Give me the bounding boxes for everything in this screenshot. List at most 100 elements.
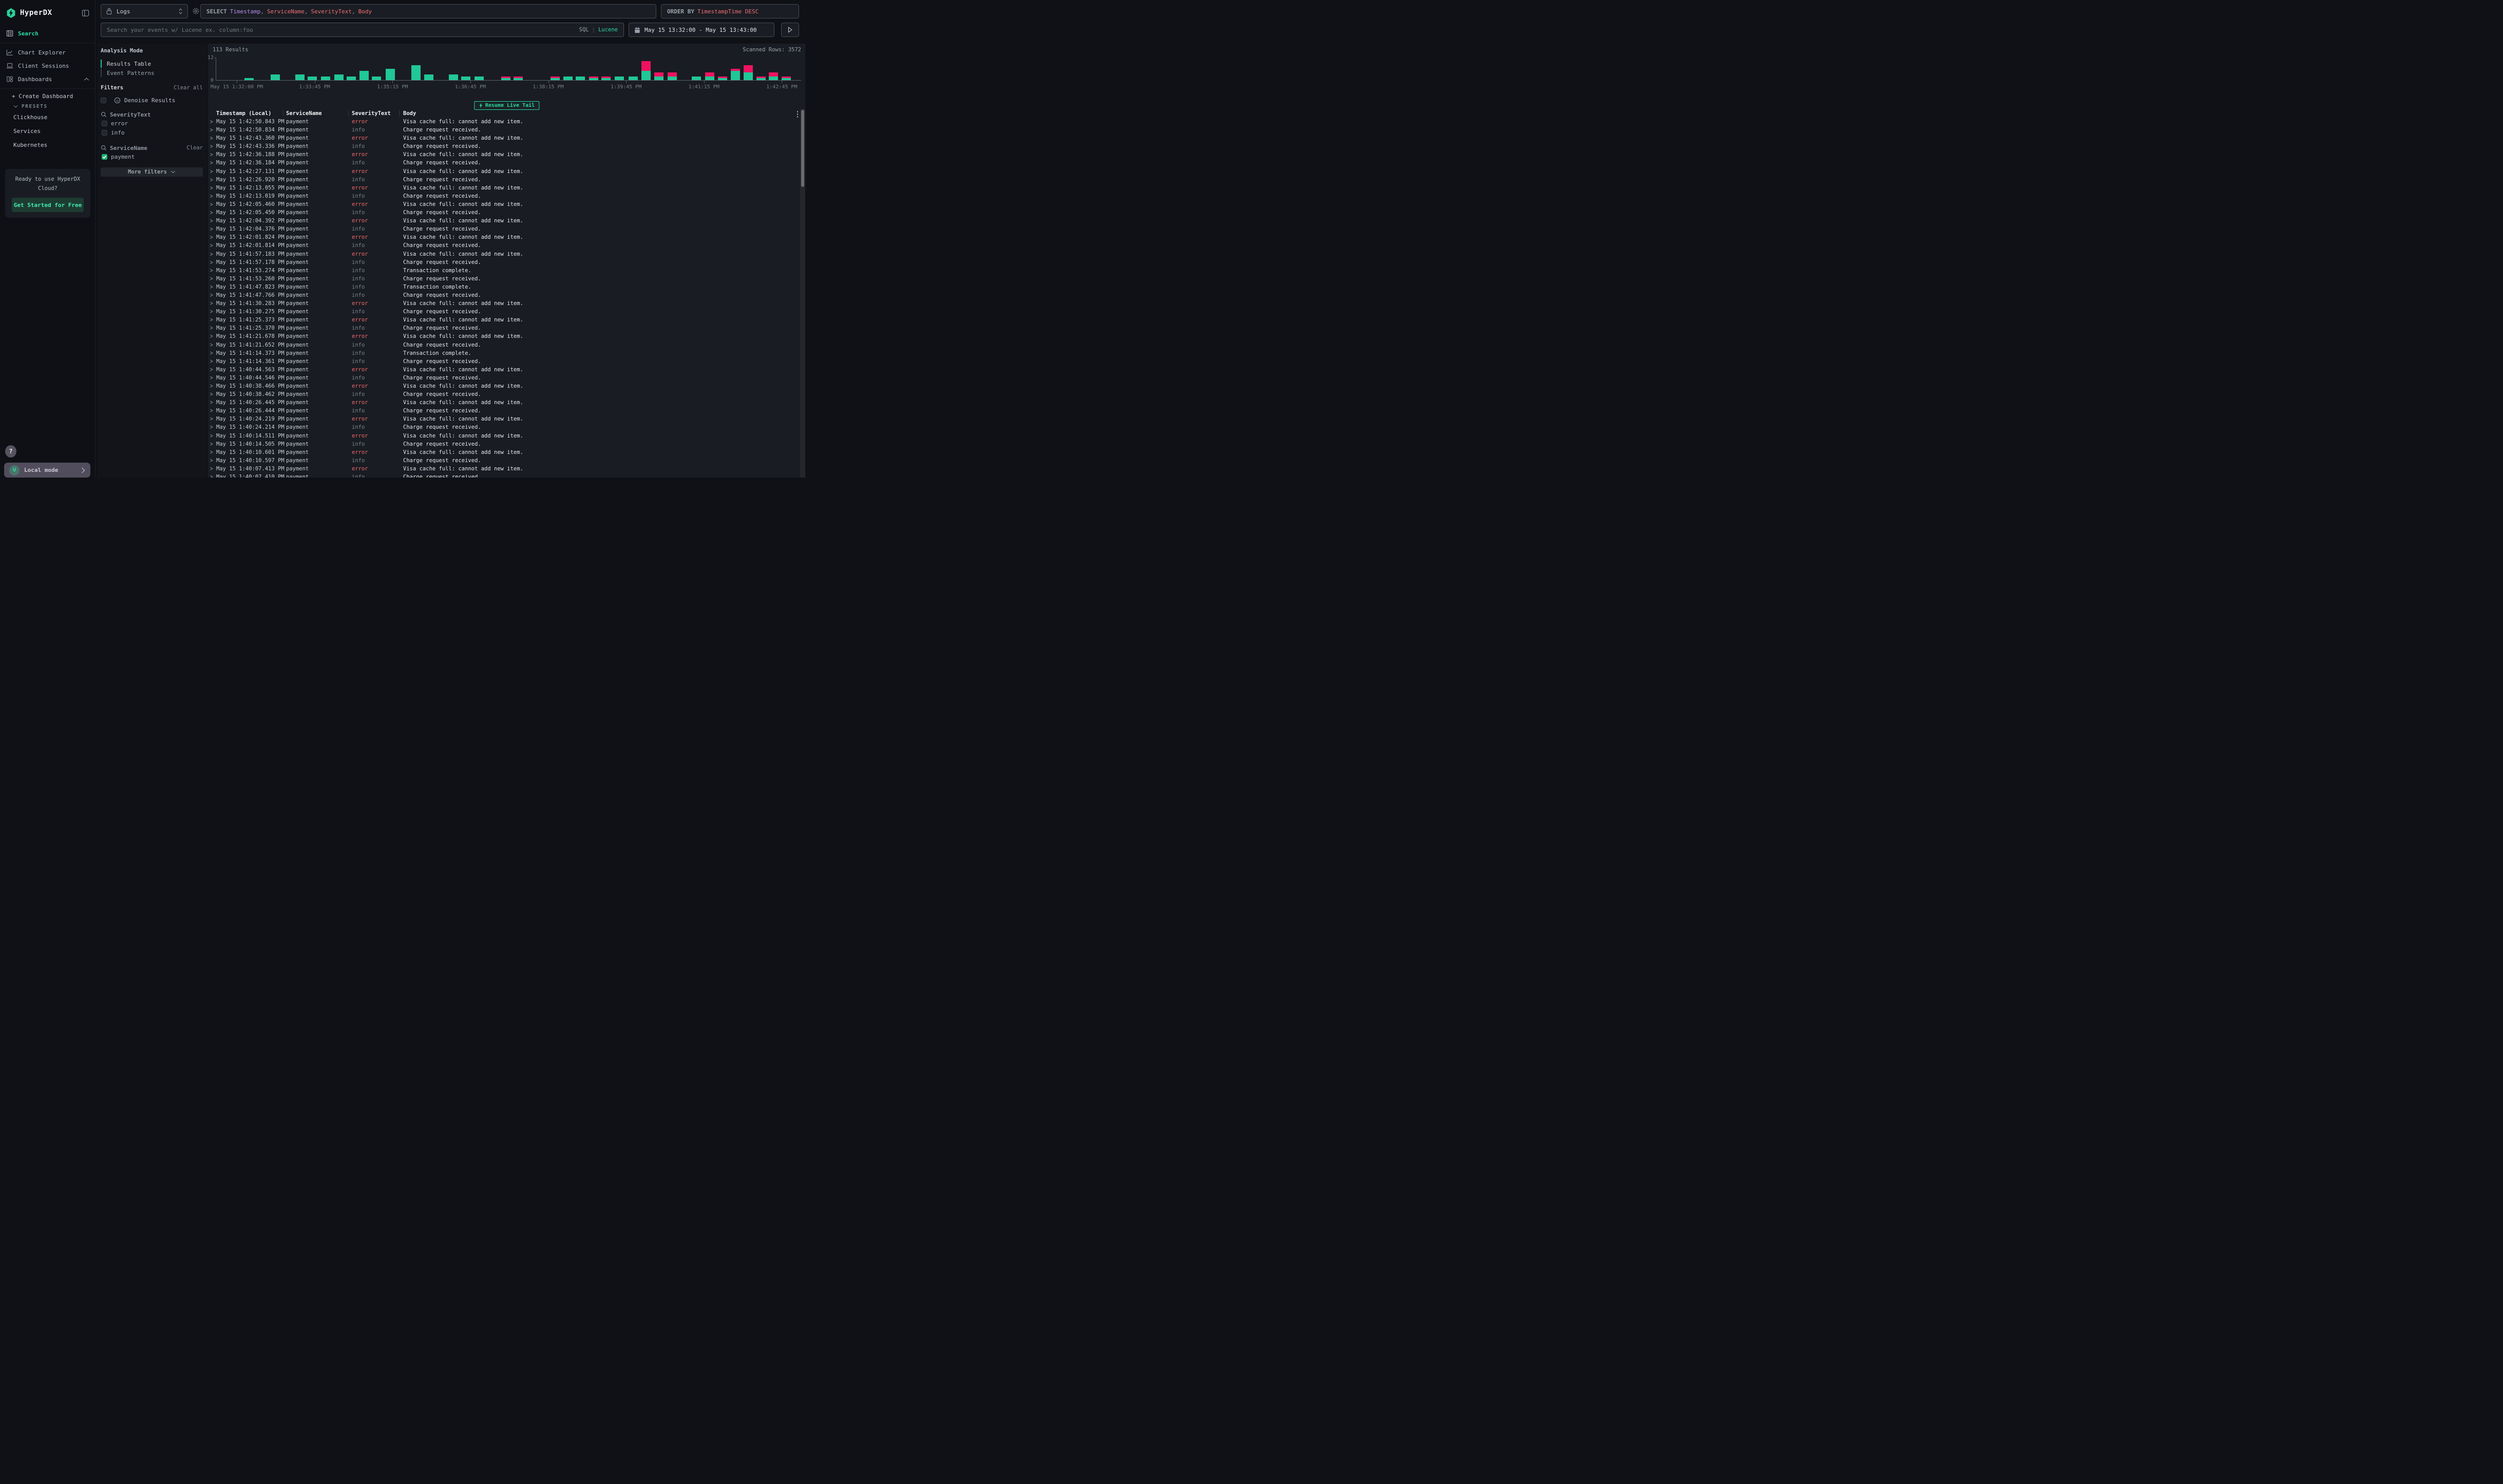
row-expand-chevron-icon[interactable]: >	[210, 143, 213, 150]
table-row[interactable]: >May 15 1:41:25.373 PMpaymenterrorVisa c…	[208, 316, 805, 325]
row-expand-chevron-icon[interactable]: >	[210, 283, 213, 291]
orderby-clause-input[interactable]: ORDER BYTimestampTime DESC	[661, 4, 799, 18]
table-row[interactable]: >May 15 1:42:13.055 PMpaymenterrorVisa c…	[208, 184, 805, 193]
row-expand-chevron-icon[interactable]: >	[210, 251, 213, 258]
scrollbar-track[interactable]	[800, 109, 805, 478]
table-row[interactable]: >May 15 1:41:47.823 PMpaymentinfoTransac…	[208, 283, 805, 292]
table-row[interactable]: >May 15 1:41:30.275 PMpaymentinfoCharge …	[208, 308, 805, 316]
row-expand-chevron-icon[interactable]: >	[210, 135, 213, 142]
table-row[interactable]: >May 15 1:40:10.601 PMpaymenterrorVisa c…	[208, 449, 805, 457]
denoise-checkbox[interactable]	[101, 98, 106, 103]
table-row[interactable]: >May 15 1:41:25.370 PMpaymentinfoCharge …	[208, 325, 805, 333]
table-row[interactable]: >May 15 1:42:01.814 PMpaymentinfoCharge …	[208, 242, 805, 250]
table-row[interactable]: >May 15 1:40:44.563 PMpaymenterrorVisa c…	[208, 366, 805, 374]
row-expand-chevron-icon[interactable]: >	[210, 473, 213, 478]
histogram-bar[interactable]	[654, 72, 663, 80]
row-expand-chevron-icon[interactable]: >	[210, 160, 213, 167]
histogram-bar[interactable]	[769, 72, 778, 80]
filter-option-info[interactable]: info	[101, 128, 203, 137]
row-expand-chevron-icon[interactable]: >	[210, 184, 213, 192]
row-expand-chevron-icon[interactable]: >	[210, 217, 213, 224]
row-expand-chevron-icon[interactable]: >	[210, 259, 213, 266]
row-expand-chevron-icon[interactable]: >	[210, 300, 213, 307]
resume-live-tail-button[interactable]: Resume Live Tail	[474, 101, 539, 110]
table-row[interactable]: >May 15 1:42:05.460 PMpaymenterrorVisa c…	[208, 201, 805, 209]
histogram-bar[interactable]	[563, 77, 573, 80]
table-row[interactable]: >May 15 1:41:53.274 PMpaymentinfoTransac…	[208, 267, 805, 275]
row-expand-chevron-icon[interactable]: >	[210, 292, 213, 299]
row-expand-chevron-icon[interactable]: >	[210, 242, 213, 250]
table-row[interactable]: >May 15 1:42:13.019 PMpaymentinfoCharge …	[208, 193, 805, 201]
lucene-mode-button[interactable]: Lucene	[598, 27, 618, 33]
row-expand-chevron-icon[interactable]: >	[210, 416, 213, 423]
row-expand-chevron-icon[interactable]: >	[210, 168, 213, 175]
row-expand-chevron-icon[interactable]: >	[210, 275, 213, 282]
row-expand-chevron-icon[interactable]: >	[210, 234, 213, 241]
table-row[interactable]: >May 15 1:42:36.188 PMpaymenterrorVisa c…	[208, 151, 805, 159]
table-row[interactable]: >May 15 1:40:26.445 PMpaymenterrorVisa c…	[208, 399, 805, 407]
histogram-bar[interactable]	[692, 77, 701, 80]
row-expand-chevron-icon[interactable]: >	[210, 118, 213, 125]
table-row[interactable]: >May 15 1:40:14.511 PMpaymenterrorVisa c…	[208, 432, 805, 441]
clear-all-button[interactable]: Clear all	[174, 85, 203, 91]
histogram-bar[interactable]	[705, 72, 714, 80]
histogram-bar[interactable]	[386, 69, 395, 80]
histogram-bar[interactable]	[615, 77, 624, 80]
sidebar-preset-kubernetes[interactable]: Kubernetes	[0, 141, 96, 148]
table-row[interactable]: >May 15 1:41:14.373 PMpaymentinfoTransac…	[208, 350, 805, 358]
table-row[interactable]: >May 15 1:42:50.843 PMpaymenterrorVisa c…	[208, 118, 805, 126]
histogram-bar[interactable]	[601, 77, 611, 80]
table-row[interactable]: >May 15 1:40:26.444 PMpaymentinfoCharge …	[208, 407, 805, 415]
sql-mode-button[interactable]: SQL	[579, 27, 589, 33]
histogram-bar[interactable]	[718, 77, 727, 80]
row-expand-chevron-icon[interactable]: >	[210, 317, 213, 324]
table-row[interactable]: >May 15 1:42:05.450 PMpaymentinfoCharge …	[208, 209, 805, 217]
sidebar-preset-clickhouse[interactable]: Clickhouse	[0, 113, 96, 121]
search-bar[interactable]: SQL | Lucene	[101, 23, 624, 37]
row-expand-chevron-icon[interactable]: >	[210, 465, 213, 472]
histogram-bar[interactable]	[514, 77, 523, 80]
histogram-bar[interactable]	[551, 77, 560, 80]
filter-clear-link[interactable]: Clear	[186, 145, 203, 151]
row-expand-chevron-icon[interactable]: >	[210, 126, 213, 134]
row-expand-chevron-icon[interactable]: >	[210, 209, 213, 216]
histogram-bar[interactable]	[347, 77, 356, 80]
histogram-bar[interactable]	[731, 69, 740, 80]
histogram-bar[interactable]	[359, 71, 369, 80]
sidebar-preset-services[interactable]: Services	[0, 127, 96, 135]
col-header-servicename[interactable]: ServiceName	[286, 110, 322, 117]
row-expand-chevron-icon[interactable]: >	[210, 176, 213, 183]
histogram-bar[interactable]	[744, 65, 753, 80]
row-expand-chevron-icon[interactable]: >	[210, 432, 213, 440]
table-row[interactable]: >May 15 1:41:57.178 PMpaymentinfoCharge …	[208, 259, 805, 267]
sidebar-item-client-sessions[interactable]: Client Sessions	[0, 59, 96, 72]
sidebar-item-chart-explorer[interactable]: Chart Explorer	[0, 46, 96, 59]
histogram-bar[interactable]	[668, 72, 677, 80]
sidebar-collapse-icon[interactable]	[82, 9, 89, 17]
row-expand-chevron-icon[interactable]: >	[210, 333, 213, 340]
histogram-bar[interactable]	[372, 77, 381, 80]
presets-header[interactable]: PRESETS	[0, 102, 96, 110]
time-range-picker[interactable]: May 15 13:32:00 - May 15 13:43:00	[629, 23, 774, 37]
table-row[interactable]: >May 15 1:41:21.678 PMpaymenterrorVisa c…	[208, 333, 805, 341]
histogram-bar[interactable]	[449, 74, 458, 80]
row-expand-chevron-icon[interactable]: >	[210, 193, 213, 200]
table-row[interactable]: >May 15 1:40:38.466 PMpaymenterrorVisa c…	[208, 383, 805, 391]
table-row[interactable]: >May 15 1:41:21.652 PMpaymentinfoCharge …	[208, 341, 805, 350]
row-expand-chevron-icon[interactable]: >	[210, 399, 213, 407]
checkbox[interactable]	[102, 130, 107, 136]
histogram-bar[interactable]	[782, 77, 791, 80]
row-expand-chevron-icon[interactable]: >	[210, 350, 213, 357]
row-expand-chevron-icon[interactable]: >	[210, 449, 213, 456]
row-expand-chevron-icon[interactable]: >	[210, 226, 213, 233]
create-dashboard-button[interactable]: + Create Dashboard	[0, 91, 96, 101]
table-row[interactable]: >May 15 1:40:07.410 PMpaymentinfoCharge …	[208, 473, 805, 478]
table-row[interactable]: >May 15 1:40:07.413 PMpaymenterrorVisa c…	[208, 465, 805, 473]
row-expand-chevron-icon[interactable]: >	[210, 366, 213, 373]
table-row[interactable]: >May 15 1:40:24.214 PMpaymentinfoCharge …	[208, 424, 805, 432]
local-mode-button[interactable]: U Local mode	[4, 463, 90, 478]
table-row[interactable]: >May 15 1:42:04.392 PMpaymenterrorVisa c…	[208, 217, 805, 225]
more-filters-button[interactable]: More filters	[101, 167, 203, 177]
row-expand-chevron-icon[interactable]: >	[210, 383, 213, 390]
help-button[interactable]: ?	[5, 445, 16, 458]
